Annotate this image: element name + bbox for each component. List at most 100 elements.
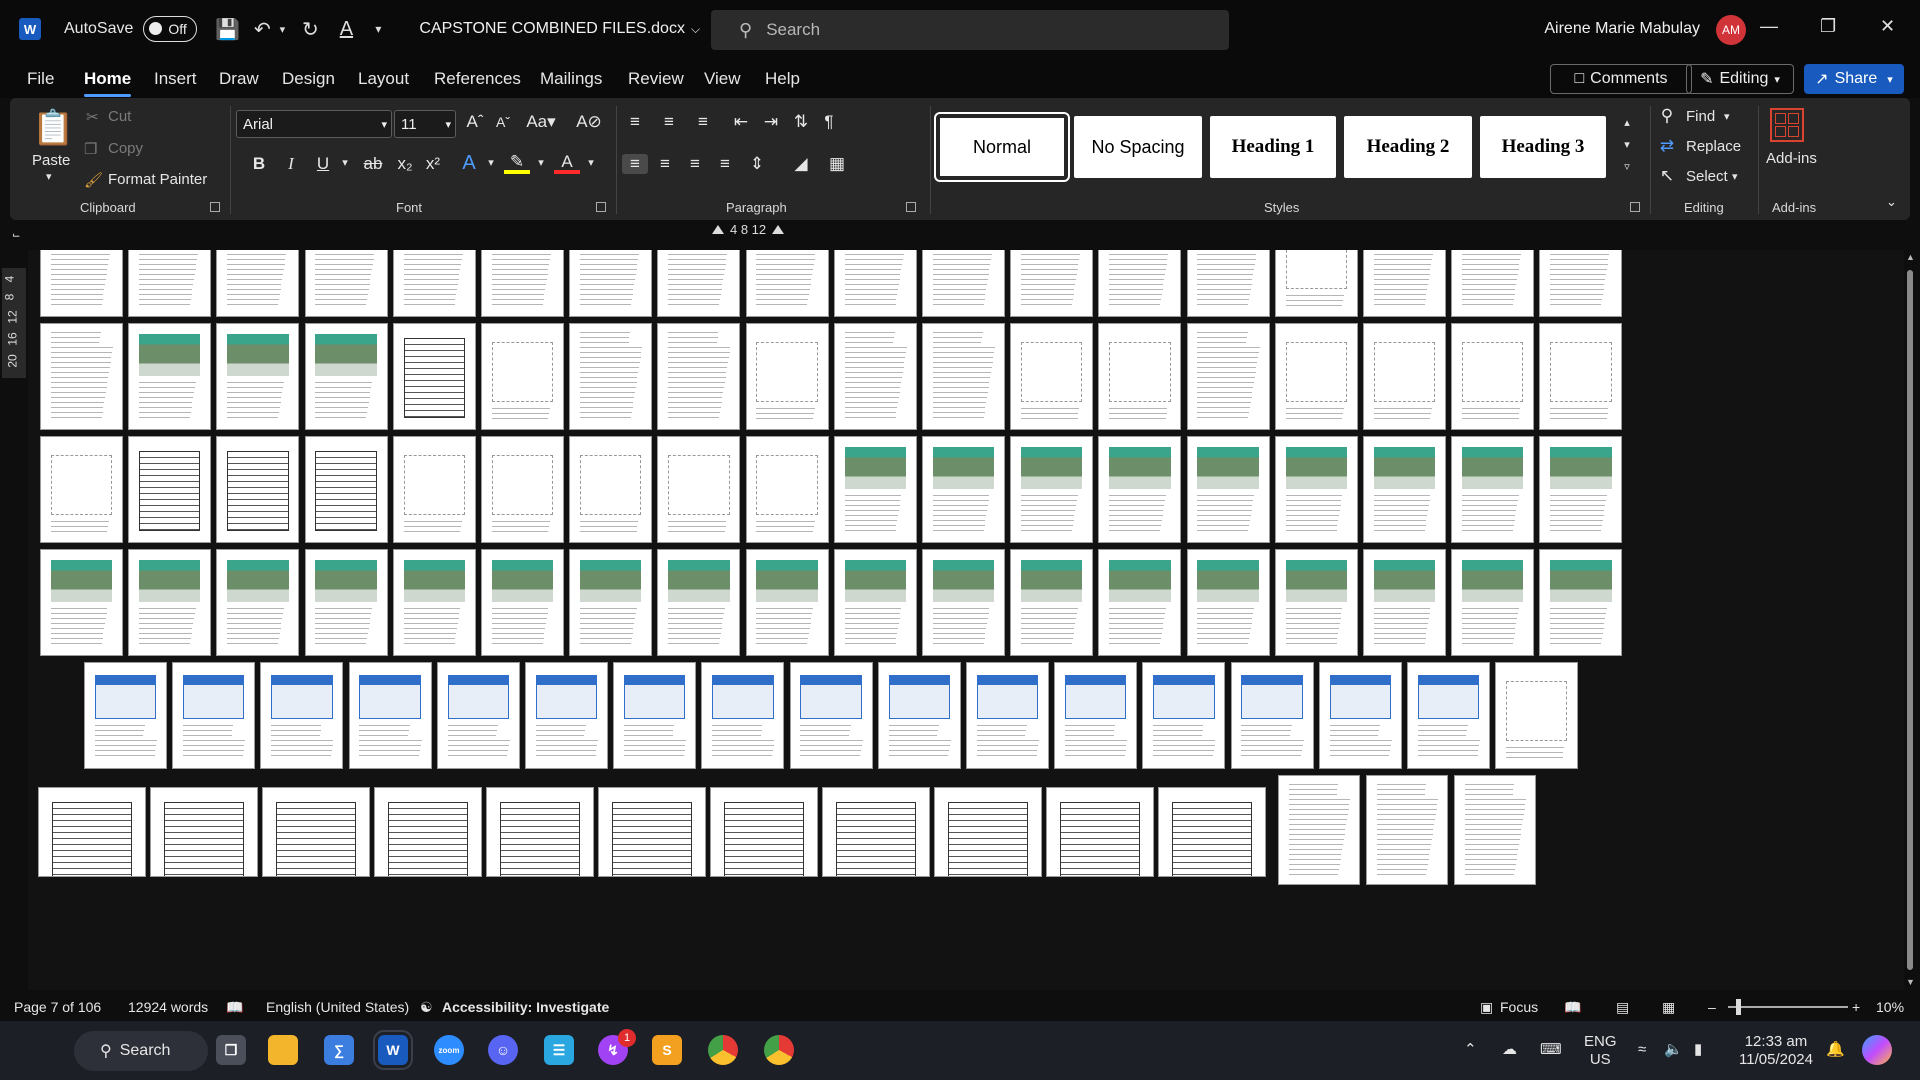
page-thumbnail[interactable] [598,787,706,877]
page-thumbnail[interactable] [1366,775,1448,885]
page-thumbnail[interactable] [392,549,476,656]
page-thumbnail[interactable] [1363,323,1446,430]
grow-font-icon[interactable]: Aˆ [462,112,488,132]
page-thumbnail[interactable] [436,662,520,769]
page-thumbnail[interactable] [922,436,1005,543]
page-thumbnail[interactable] [38,787,146,877]
increase-indent-icon[interactable]: ⇥ [758,112,784,132]
page-thumbnail[interactable] [304,323,388,430]
page-thumbnail[interactable] [745,436,829,543]
page-thumbnail[interactable] [481,323,564,430]
page-thumbnail[interactable] [1186,549,1270,656]
sublime-text-icon[interactable]: S [652,1035,682,1065]
zoom-app-icon[interactable]: zoom [434,1035,464,1065]
zoom-slider-thumb[interactable] [1736,999,1741,1015]
addins-button[interactable]: Add-ins [1766,150,1817,167]
proofing-icon[interactable]: 📖 [226,999,243,1016]
page-thumbnail[interactable] [348,662,432,769]
justify-icon[interactable]: ≡ [712,154,738,174]
task-view-icon[interactable]: ❐ [216,1035,246,1065]
notepad-icon[interactable]: ☰ [544,1035,574,1065]
font-color-dropdown-icon[interactable]: ▾ [578,156,604,169]
page-thumbnail[interactable] [1451,436,1535,543]
page-thumbnail[interactable] [1186,250,1270,317]
page-thumbnail[interactable] [1186,323,1270,430]
page-thumbnail[interactable] [1451,250,1535,317]
page-thumbnail[interactable] [569,436,653,543]
page-thumbnail[interactable] [1539,323,1623,430]
page-thumbnail[interactable] [304,436,388,543]
align-right-icon[interactable]: ≡ [682,154,708,174]
shading-icon[interactable]: ◢ [788,154,814,174]
page-thumbnail[interactable] [392,250,476,317]
page-thumbnail[interactable] [789,662,873,769]
page-thumbnail[interactable] [486,787,594,877]
page-thumbnail[interactable] [304,549,388,656]
page-thumbnail[interactable] [1010,250,1094,317]
page-thumbnail[interactable] [710,787,818,877]
clear-formatting-icon[interactable]: A⊘ [576,112,602,132]
tab-help[interactable]: Help [765,69,800,89]
keyboard-icon[interactable]: ⌨ [1540,1041,1562,1059]
page-thumbnail[interactable] [1407,662,1490,769]
highlight-dropdown-icon[interactable]: ▾ [528,156,554,169]
page-thumbnail[interactable] [877,662,961,769]
style-heading-1[interactable]: Heading 1 [1210,116,1336,178]
font-launcher-icon[interactable] [596,202,606,212]
page-thumbnail[interactable] [1363,250,1446,317]
font-name-select[interactable]: Arial ▾ [236,110,392,138]
restore-icon[interactable]: ❐ [1820,16,1836,37]
page-thumbnail[interactable] [833,323,917,430]
zoom-level[interactable]: 10% [1876,999,1904,1015]
shrink-font-icon[interactable]: Aˇ [490,114,516,130]
vertical-scrollbar[interactable]: ▲ ▼ [1906,252,1915,987]
page-thumbnail[interactable] [1142,662,1226,769]
battery-icon[interactable]: ▮ [1694,1041,1702,1059]
page-thumbnail[interactable] [934,787,1042,877]
page-thumbnail[interactable] [128,250,212,317]
page-thumbnail[interactable] [1010,323,1094,430]
page-thumbnail[interactable] [1010,436,1094,543]
zoom-in-icon[interactable]: + [1852,999,1860,1015]
cloud-icon[interactable]: ☁ [1502,1041,1517,1059]
search-input[interactable]: ⚲ Search [711,10,1229,50]
page-thumbnail[interactable] [1274,436,1358,543]
page-thumbnail[interactable] [40,436,123,543]
horizontal-ruler[interactable]: 4 8 12 [712,222,785,237]
close-icon[interactable]: ✕ [1880,16,1895,37]
page-thumbnail[interactable] [569,250,653,317]
page-thumbnail[interactable] [1274,323,1358,430]
document-title[interactable]: CAPSTONE COMBINED FILES.docx ⌵ [419,20,700,38]
tab-mailings[interactable]: Mailings [540,69,602,89]
page-thumbnail[interactable] [922,549,1005,656]
page-thumbnail[interactable] [1363,436,1446,543]
page-thumbnail[interactable] [657,250,741,317]
print-layout-icon[interactable]: ▤ [1616,999,1629,1016]
font-color-icon[interactable]: A [554,152,580,174]
page-thumbnail[interactable] [1274,549,1358,656]
redo-icon[interactable]: ↻ [299,17,321,42]
avatar[interactable]: AM [1716,15,1746,45]
page-thumbnail[interactable] [1046,787,1154,877]
page-thumbnail[interactable] [1010,549,1094,656]
user-name[interactable]: Airene Marie Mabulay [1544,20,1700,38]
page-thumbnail[interactable] [966,662,1049,769]
page-thumbnail[interactable] [40,323,123,430]
bold-icon[interactable]: B [246,154,272,174]
superscript-icon[interactable]: x² [420,154,446,174]
style-normal[interactable]: Normal [934,112,1070,182]
borders-icon[interactable]: ▦ [824,154,850,174]
page-thumbnail[interactable] [304,250,388,317]
page-thumbnail[interactable] [1098,323,1182,430]
page-thumbnail[interactable] [745,323,829,430]
page-thumbnail[interactable] [1363,549,1446,656]
page-thumbnail[interactable] [1230,662,1314,769]
collapse-ribbon-icon[interactable]: ⌄ [1886,194,1897,210]
calculator-icon[interactable]: ∑ [324,1035,354,1065]
page-thumbnail[interactable] [745,250,829,317]
page-thumbnail[interactable] [1539,549,1623,656]
bullets-icon[interactable]: ≡ [622,112,648,132]
accessibility-status[interactable]: Accessibility: Investigate [442,999,609,1015]
page-thumbnail[interactable] [1454,775,1536,885]
page-thumbnail[interactable] [216,436,300,543]
